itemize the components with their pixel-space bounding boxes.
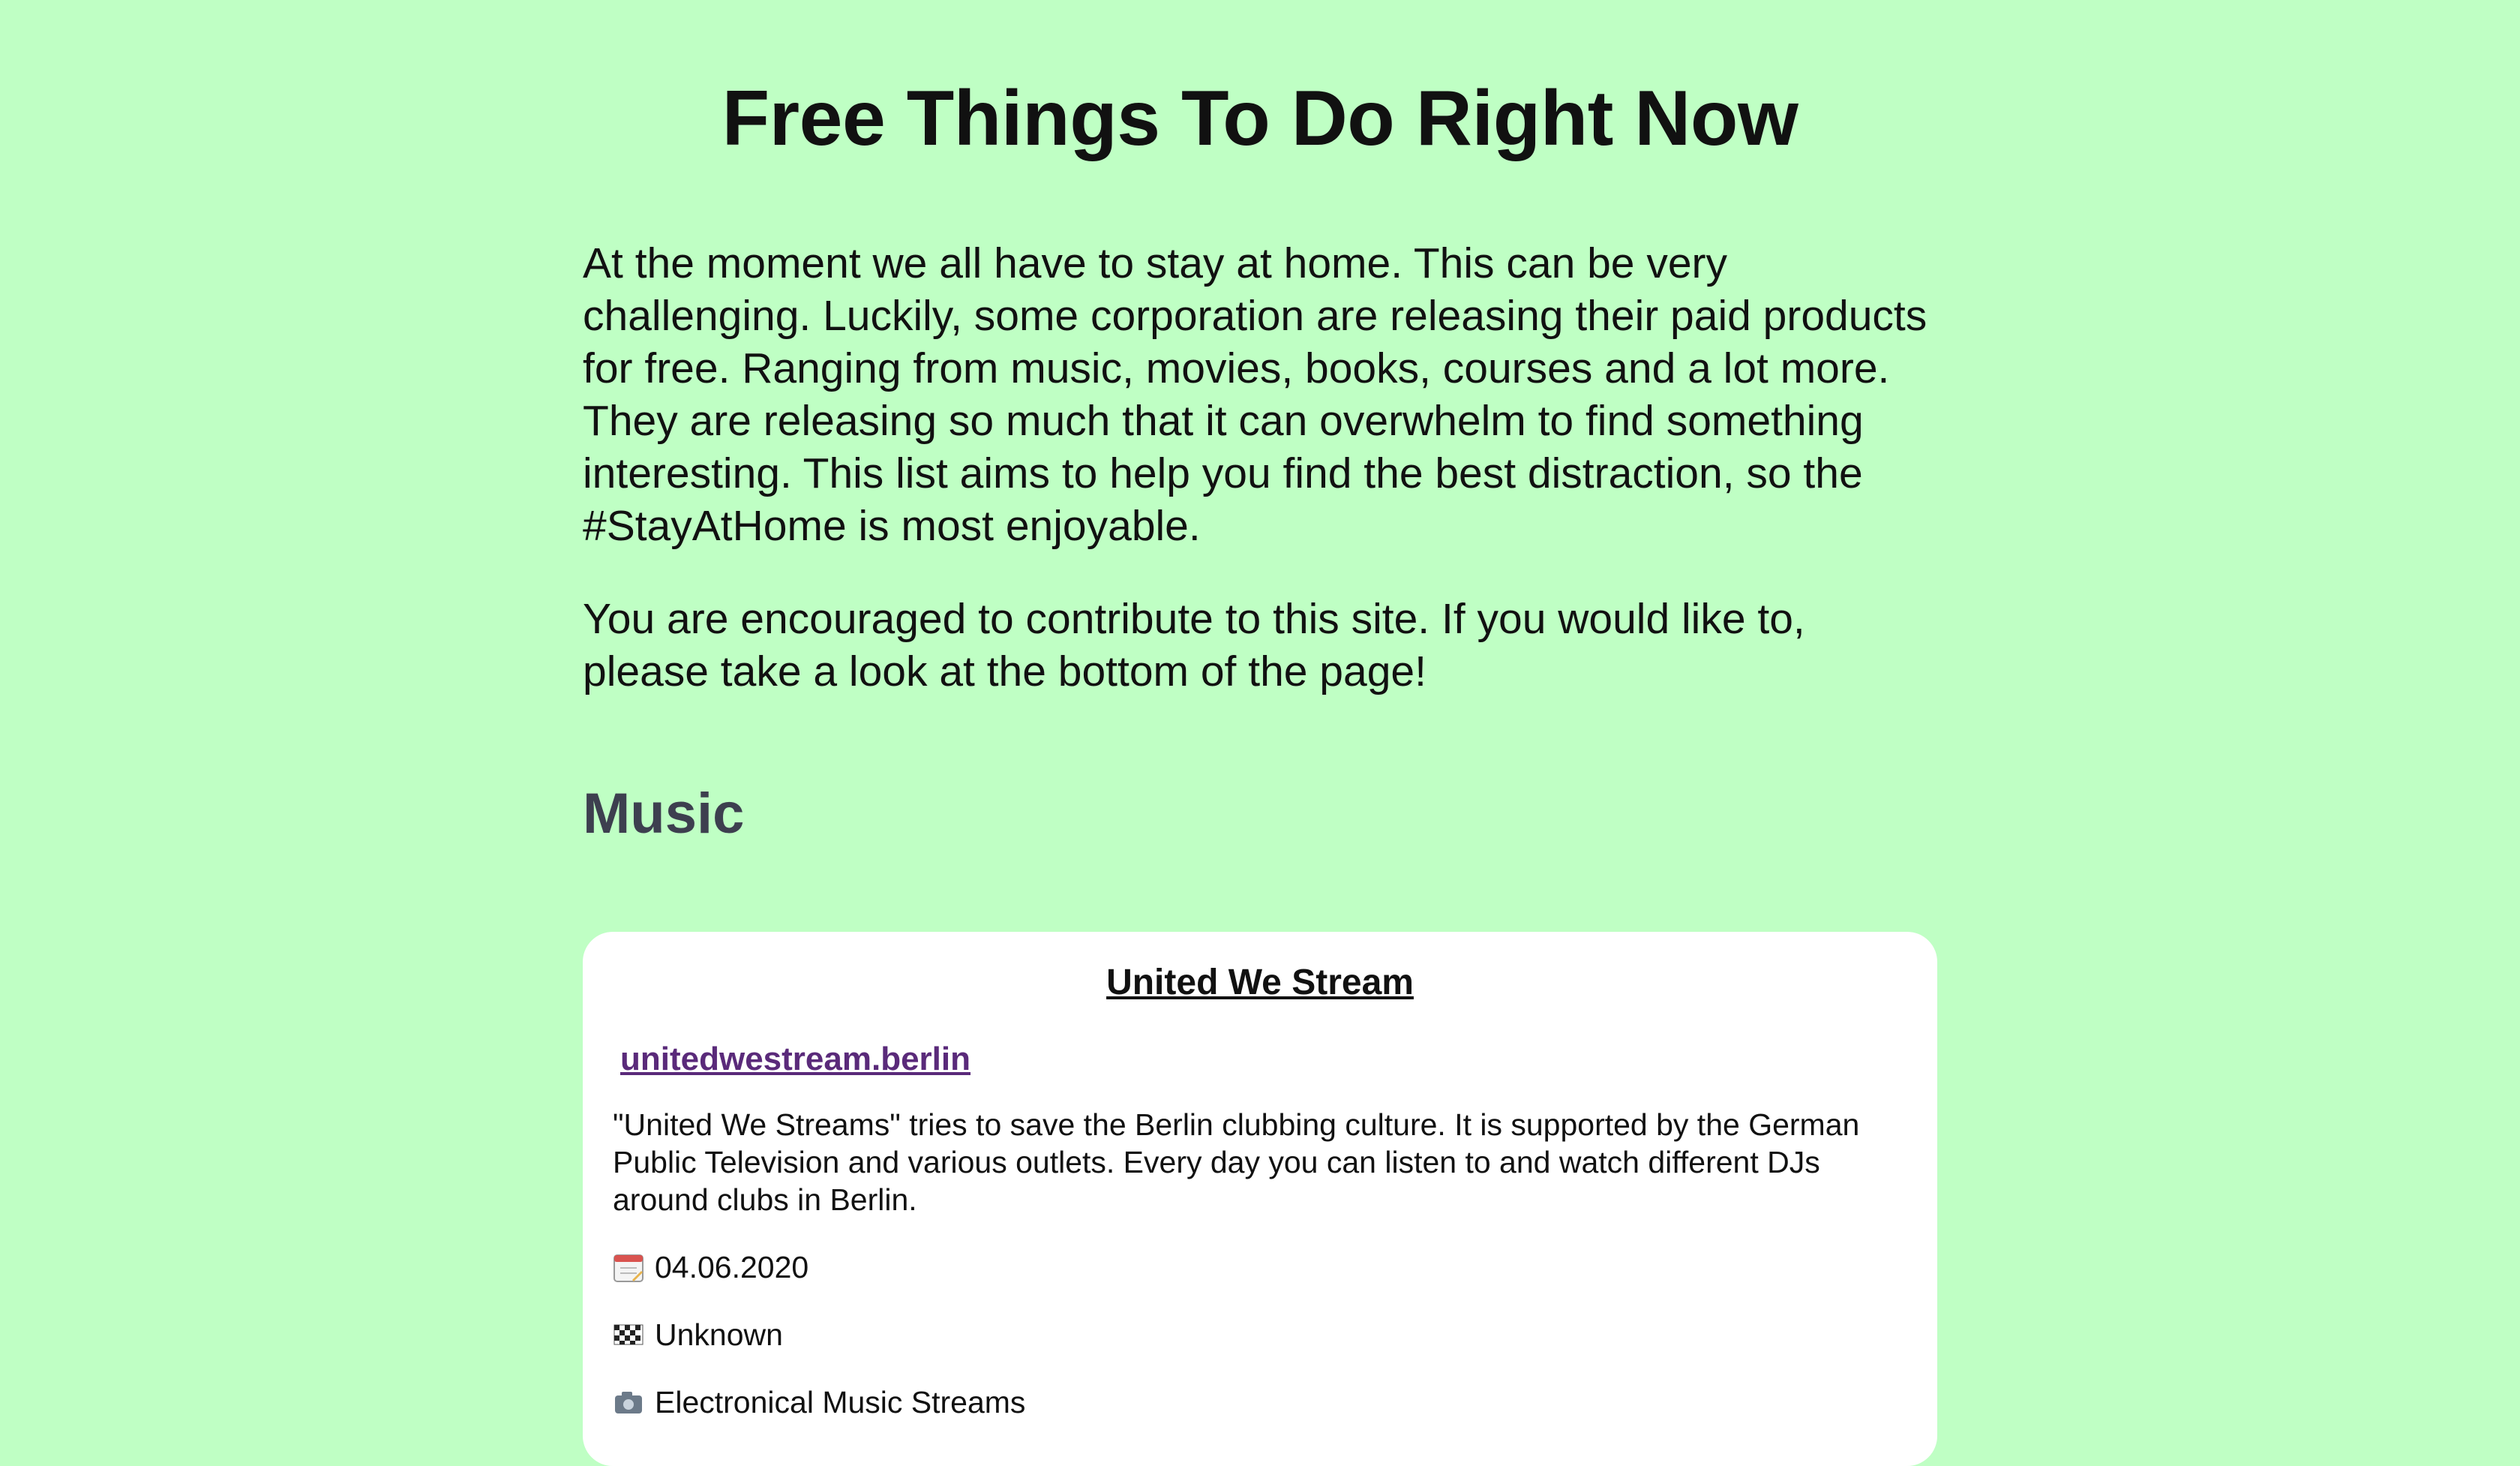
- card-description: "United We Streams" tries to save the Be…: [613, 1107, 1860, 1217]
- card-date-row: 04.06.2020: [613, 1248, 1907, 1286]
- page-container: Free Things To Do Right Now At the momen…: [583, 0, 1937, 1466]
- resource-card: United We Stream unitedwestream.berlin "…: [583, 932, 1937, 1466]
- page-title: Free Things To Do Right Now: [722, 75, 1798, 162]
- intro-paragraph: You are encouraged to contribute to this…: [583, 595, 1805, 695]
- intro-paragraph: At the moment we all have to stay at hom…: [583, 239, 1928, 550]
- card-end: Unknown: [655, 1317, 783, 1352]
- card-end-row: Unknown: [613, 1316, 1907, 1353]
- checkered-flag-icon: [613, 1319, 644, 1350]
- card-category: Electronical Music Streams: [655, 1385, 1026, 1419]
- section-title-music: Music: [583, 782, 745, 846]
- card-link[interactable]: unitedwestream.berlin: [620, 1038, 970, 1080]
- calendar-icon: [613, 1251, 644, 1283]
- camera-icon: [613, 1386, 644, 1418]
- card-category-row: Electronical Music Streams: [613, 1383, 1907, 1421]
- card-title[interactable]: United We Stream: [613, 960, 1907, 1005]
- card-date: 04.06.2020: [655, 1250, 809, 1284]
- intro: At the moment we all have to stay at hom…: [583, 237, 1937, 698]
